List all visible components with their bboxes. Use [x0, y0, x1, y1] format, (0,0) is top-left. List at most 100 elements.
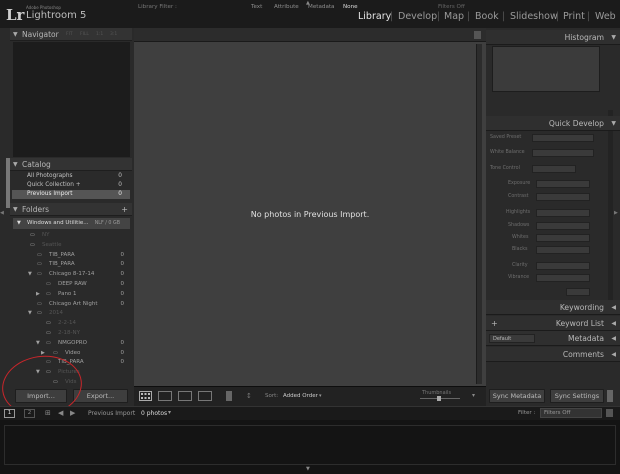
quick-develop-header[interactable]: Quick Develop ▼	[486, 116, 620, 131]
folder-row[interactable]: ▼ ▭ 2014	[13, 309, 130, 319]
add-folder-icon[interactable]: +	[121, 203, 128, 216]
folder-row[interactable]: ▼ ▭ Chicago 8-17-14 0	[13, 270, 130, 280]
export-button[interactable]: Export...	[73, 389, 128, 403]
folders-header[interactable]: ▼ Folders +	[10, 203, 132, 216]
left-panel-toggle-icon[interactable]: ◀	[0, 210, 4, 216]
module-map[interactable]: Map	[444, 11, 464, 22]
expand-triangle-icon[interactable]: ▼	[28, 270, 32, 280]
folder-row[interactable]: ▭ 2-18-NY	[13, 329, 130, 339]
filter-presets-dropdown[interactable]: Filters Off	[438, 2, 465, 12]
folder-row[interactable]: ▼ ▭ NMGOPRO 0	[13, 339, 130, 349]
qd-saved-preset-dropdown[interactable]	[532, 134, 594, 142]
primary-window-button[interactable]: 1	[4, 409, 15, 418]
folder-label: TIB_PARA	[49, 251, 75, 258]
survey-view-icon[interactable]	[198, 391, 212, 401]
catalog-item-quick-collection[interactable]: Quick Collection + 0	[12, 181, 130, 190]
folder-count: 0	[120, 349, 125, 356]
painter-icon[interactable]	[226, 391, 232, 401]
slider-handle[interactable]	[437, 396, 441, 401]
catalog-header[interactable]: ▼ Catalog	[10, 158, 132, 171]
filmstrip-source[interactable]: Previous Import	[88, 410, 135, 417]
compare-view-icon[interactable]	[178, 391, 192, 401]
catalog-item-all-photographs[interactable]: All Photographs 0	[12, 172, 130, 181]
qd-white-balance-dropdown[interactable]	[532, 149, 594, 157]
zoom-3to1[interactable]: 3:1	[110, 28, 117, 41]
catalog-item-label: All Photographs	[27, 173, 73, 179]
grid-icon[interactable]: ⊞	[45, 409, 51, 417]
qd-contrast-label: Contrast	[508, 194, 529, 199]
sync-metadata-button[interactable]: Sync Metadata	[489, 389, 545, 403]
qd-exposure-buttons[interactable]	[536, 180, 590, 188]
forward-arrow-icon[interactable]: ▶	[70, 409, 75, 417]
chevron-down-icon[interactable]: ▾	[168, 409, 171, 416]
qd-highlights-buttons[interactable]	[536, 209, 590, 217]
keyword-list-header[interactable]: + Keyword List ◀	[486, 316, 620, 331]
metadata-preset-dropdown[interactable]: Default	[489, 334, 535, 343]
bottom-panel-toggle-icon[interactable]: ▼	[306, 466, 310, 472]
sort-dropdown[interactable]: Added Order	[283, 393, 318, 399]
qd-whites-label: Whites	[512, 235, 529, 240]
grid-view-icon[interactable]	[139, 391, 152, 401]
filter-tab-none[interactable]: None	[343, 2, 358, 12]
sync-settings-button[interactable]: Sync Settings	[550, 389, 604, 403]
zoom-fill[interactable]: FILL	[80, 28, 89, 41]
module-book[interactable]: Book	[475, 11, 499, 22]
grid-view-area[interactable]	[134, 28, 486, 386]
collapse-triangle-icon: ▼	[611, 120, 616, 127]
module-develop[interactable]: Develop	[398, 11, 437, 22]
qd-reset-all-button[interactable]	[566, 288, 590, 296]
module-web[interactable]: Web	[595, 11, 616, 22]
module-library[interactable]: Library	[358, 11, 391, 22]
qd-clarity-buttons[interactable]	[536, 262, 590, 270]
auto-sync-toggle[interactable]	[607, 390, 613, 402]
qd-shadows-buttons[interactable]	[536, 222, 590, 230]
right-panel-toggle-icon[interactable]: ▶	[614, 210, 618, 216]
qd-auto-tone-button[interactable]	[532, 165, 576, 173]
zoom-fit[interactable]: FIT	[66, 28, 73, 41]
filter-lock-icon[interactable]	[606, 409, 613, 417]
volume-bar[interactable]: ▼ Windows and Utilitie... NLF / 0 GB	[13, 218, 130, 229]
library-filter-title: Library Filter :	[138, 4, 177, 10]
module-print[interactable]: Print	[563, 11, 585, 22]
module-slideshow[interactable]: Slideshow	[510, 11, 558, 22]
library-filter-bar	[134, 28, 486, 42]
qd-vibrance-buttons[interactable]	[536, 274, 590, 282]
folder-row[interactable]: ▶ ▭ Pano 1 0	[13, 290, 130, 300]
folder-icon: ▭	[46, 329, 51, 336]
filmstrip-filter-dropdown[interactable]: Filters Off	[540, 408, 602, 418]
qd-whites-buttons[interactable]	[536, 234, 590, 242]
expand-triangle-icon[interactable]: ▼	[36, 339, 40, 349]
loupe-view-icon[interactable]	[158, 391, 172, 401]
folder-row[interactable]: ▭ NY	[13, 231, 130, 241]
filter-tab-text[interactable]: Text	[251, 2, 262, 12]
qd-contrast-buttons[interactable]	[536, 193, 590, 201]
navigator-header[interactable]: ▼ Navigator FIT FILL 1:1 3:1	[10, 28, 132, 41]
expand-triangle-icon: ◀	[611, 335, 616, 342]
filter-lock-icon[interactable]	[474, 31, 481, 39]
comments-header[interactable]: Comments ◀	[486, 347, 620, 362]
catalog-item-previous-import[interactable]: Previous Import 0	[12, 190, 130, 199]
qd-blacks-buttons[interactable]	[536, 246, 590, 254]
folder-row[interactable]: ▭ Seattle	[13, 241, 130, 251]
expand-triangle-icon[interactable]: ▼	[28, 309, 32, 319]
histogram-header[interactable]: Histogram ▼	[486, 30, 620, 45]
folder-row[interactable]: ▭ 2-2-14	[13, 319, 130, 329]
back-arrow-icon[interactable]: ◀	[58, 409, 63, 417]
expand-triangle-icon[interactable]: ▶	[36, 290, 40, 300]
filter-tab-metadata[interactable]: Metadata	[308, 2, 335, 12]
toolbar-menu-icon[interactable]: ▾	[472, 392, 475, 399]
sort-direction-icon[interactable]: ↕	[246, 392, 252, 400]
folder-row[interactable]: ▭ Chicago Art Night 0	[13, 300, 130, 310]
folder-row[interactable]: ▭ TIB_PARA 0	[13, 260, 130, 270]
keywording-header[interactable]: Keywording ◀	[486, 300, 620, 315]
folder-count: 0	[120, 339, 125, 346]
navigator-preview[interactable]	[13, 42, 130, 157]
filter-tab-attribute[interactable]: Attribute	[274, 2, 299, 12]
folder-count: 0	[120, 280, 125, 287]
right-panel-scrollbar[interactable]	[608, 110, 613, 310]
secondary-window-button[interactable]: 2	[24, 409, 35, 418]
zoom-1to1[interactable]: 1:1	[96, 28, 103, 41]
add-keyword-icon[interactable]: +	[491, 316, 498, 331]
folder-row[interactable]: ▭ TIB_PARA 0	[13, 251, 130, 261]
folder-row[interactable]: ▭ DEEP RAW 0	[13, 280, 130, 290]
